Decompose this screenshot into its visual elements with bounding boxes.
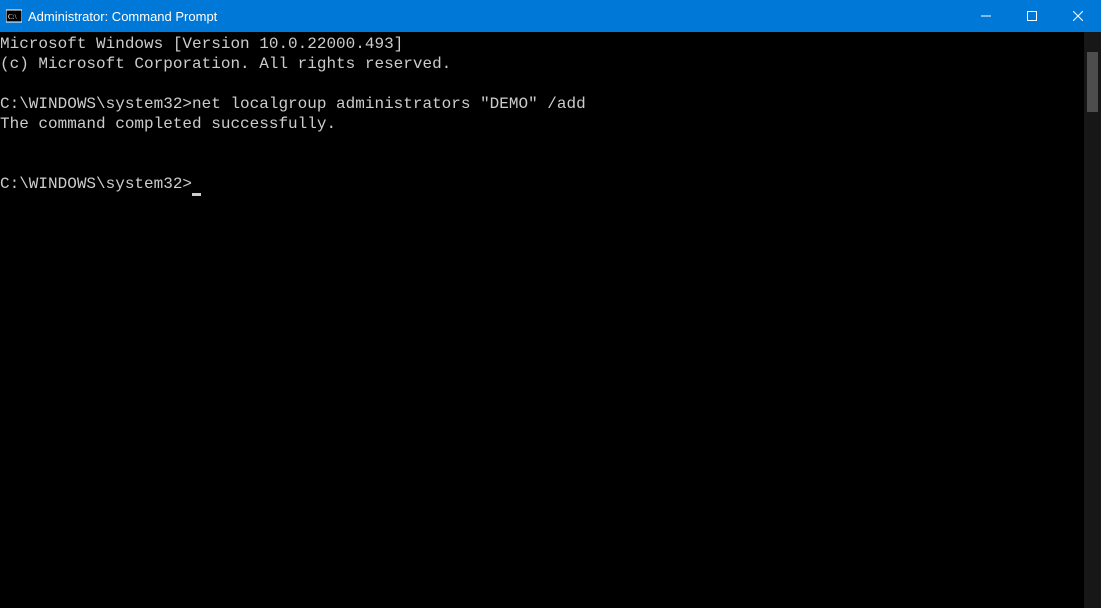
cmd-icon: C:\ <box>6 8 22 24</box>
terminal-line: Microsoft Windows [Version 10.0.22000.49… <box>0 35 403 53</box>
minimize-button[interactable] <box>963 0 1009 32</box>
terminal-prompt: C:\WINDOWS\system32> <box>0 175 192 193</box>
terminal-command: net localgroup administrators "DEMO" /ad… <box>192 95 586 113</box>
terminal-output: Microsoft Windows [Version 10.0.22000.49… <box>0 32 1101 194</box>
scrollbar-track[interactable] <box>1084 32 1101 608</box>
window-controls <box>963 0 1101 32</box>
terminal-area[interactable]: Microsoft Windows [Version 10.0.22000.49… <box>0 32 1101 608</box>
terminal-line: (c) Microsoft Corporation. All rights re… <box>0 55 451 73</box>
window-titlebar: C:\ Administrator: Command Prompt <box>0 0 1101 32</box>
terminal-cursor <box>192 193 201 196</box>
terminal-line: The command completed successfully. <box>0 115 336 133</box>
scrollbar-thumb[interactable] <box>1087 52 1098 112</box>
close-button[interactable] <box>1055 0 1101 32</box>
svg-text:C:\: C:\ <box>8 13 17 21</box>
titlebar-left: C:\ Administrator: Command Prompt <box>0 8 217 24</box>
terminal-prompt: C:\WINDOWS\system32> <box>0 95 192 113</box>
window-title: Administrator: Command Prompt <box>28 9 217 24</box>
maximize-button[interactable] <box>1009 0 1055 32</box>
